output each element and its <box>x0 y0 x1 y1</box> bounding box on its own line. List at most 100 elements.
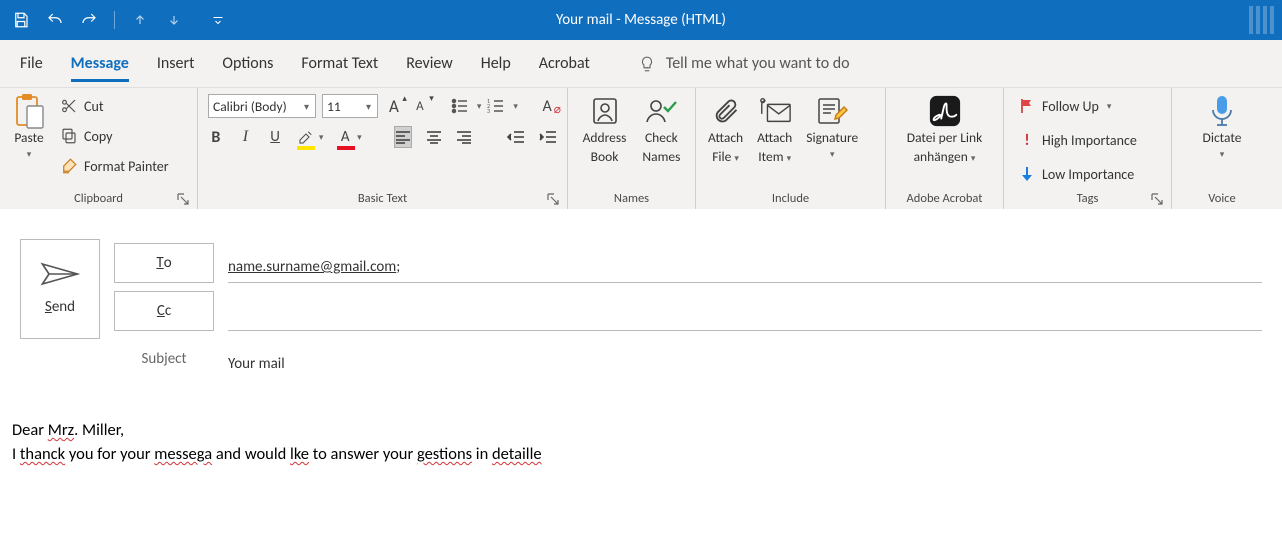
tab-format-text[interactable]: Format Text <box>301 48 378 79</box>
chevron-down-icon[interactable]: ▾ <box>513 101 518 112</box>
highlight-button[interactable] <box>297 126 315 148</box>
align-right-button[interactable] <box>456 126 472 148</box>
paste-icon <box>12 94 46 128</box>
group-label-basic-text: Basic Text <box>358 191 407 206</box>
lightbulb-icon <box>638 55 656 73</box>
tab-options[interactable]: Options <box>222 48 273 79</box>
paste-button[interactable]: Paste ▾ <box>6 92 52 162</box>
low-importance-button[interactable]: Low Importance <box>1014 162 1141 186</box>
increase-indent-button[interactable] <box>539 126 557 148</box>
attach-item-button[interactable]: Attach Item ▾ <box>751 92 798 168</box>
attach-item-l1: Attach <box>757 130 792 147</box>
save-icon[interactable] <box>12 11 30 29</box>
attach-file-button[interactable]: Attach File ▾ <box>702 92 749 168</box>
address-book-icon <box>588 94 622 128</box>
chevron-down-icon: ▾ <box>27 149 32 160</box>
down-arrow-icon[interactable] <box>165 11 183 29</box>
chevron-down-icon: ▾ <box>1220 149 1225 160</box>
font-size-combo[interactable]: 11 ▾ <box>322 94 378 118</box>
bullets-button[interactable] <box>451 95 471 117</box>
clear-formatting-button[interactable]: A⌀ <box>537 95 557 117</box>
shrink-font-button[interactable]: A▾ <box>410 95 430 117</box>
font-name-combo[interactable]: Calibri (Body) ▾ <box>208 94 316 118</box>
format-painter-button[interactable]: Format Painter <box>56 154 173 178</box>
scissors-icon <box>60 97 78 115</box>
redo-icon[interactable] <box>80 11 98 29</box>
tab-insert[interactable]: Insert <box>157 48 195 79</box>
check-names-l1: Check <box>645 130 678 147</box>
align-left-button[interactable] <box>394 126 412 148</box>
group-names: Address Book Check Names Names <box>568 88 696 209</box>
high-importance-label: High Importance <box>1042 132 1137 149</box>
underline-button[interactable]: U <box>267 126 283 148</box>
signature-button[interactable]: Signature ▾ <box>800 92 864 162</box>
up-arrow-icon[interactable] <box>131 11 149 29</box>
chevron-down-icon: ▾ <box>299 100 311 113</box>
subject-field[interactable]: Your mail <box>228 339 1262 379</box>
qat-separator <box>114 11 115 29</box>
to-label-rest: o <box>164 254 172 272</box>
to-button[interactable]: To <box>114 243 214 283</box>
grow-font-button[interactable]: A▴ <box>384 95 404 117</box>
align-center-button[interactable] <box>426 126 442 148</box>
tab-file[interactable]: File <box>20 48 43 79</box>
group-label-tags: Tags <box>1077 191 1099 206</box>
address-book-button[interactable]: Address Book <box>577 92 633 168</box>
check-names-icon <box>644 94 678 128</box>
cut-button[interactable]: Cut <box>56 94 173 118</box>
adobe-attach-link-button[interactable]: Datei per Link anhängen ▾ <box>901 92 988 168</box>
misspelled-word: detaille <box>492 444 542 464</box>
group-basic-text: Calibri (Body) ▾ 11 ▾ A▴ A▾ ▾ 12 <box>198 88 568 209</box>
chevron-down-icon: ▾ <box>734 153 739 164</box>
italic-button[interactable]: I <box>238 126 254 148</box>
check-names-button[interactable]: Check Names <box>636 92 686 168</box>
chevron-down-icon[interactable]: ▾ <box>477 101 482 112</box>
cc-button[interactable]: Cc <box>114 291 214 331</box>
low-importance-label: Low Importance <box>1042 166 1134 183</box>
numbering-button[interactable]: 123 <box>487 95 507 117</box>
chevron-down-icon: ▾ <box>787 153 792 164</box>
dialog-launcher-icon[interactable] <box>1151 193 1165 207</box>
chevron-down-icon[interactable]: ▾ <box>357 132 362 143</box>
quick-access-toolbar <box>0 11 227 29</box>
undo-icon[interactable] <box>46 11 64 29</box>
dialog-launcher-icon[interactable] <box>177 193 191 207</box>
to-field[interactable]: name.surname@gmail.com; <box>228 243 1262 283</box>
to-suffix: ; <box>396 258 400 276</box>
copy-button[interactable]: Copy <box>56 124 173 148</box>
font-size-value: 11 <box>327 98 361 115</box>
misspelled-word: thanck <box>20 444 65 464</box>
message-body[interactable]: Dear Mrz. Miller, I thanck you for your … <box>0 383 1282 467</box>
dictate-button[interactable]: Dictate ▾ <box>1197 92 1248 162</box>
font-color-button[interactable]: A <box>337 126 353 148</box>
tab-message[interactable]: Message <box>71 48 129 82</box>
address-book-l2: Book <box>591 149 619 166</box>
dialog-launcher-icon[interactable] <box>547 193 561 207</box>
ribbon: Paste ▾ Cut Copy <box>0 88 1282 209</box>
group-label-names: Names <box>614 191 649 206</box>
format-painter-icon <box>60 157 78 175</box>
send-button[interactable]: Send <box>20 239 100 339</box>
follow-up-button[interactable]: Follow Up ▾ <box>1014 94 1141 118</box>
tab-acrobat[interactable]: Acrobat <box>539 48 590 79</box>
tab-review[interactable]: Review <box>406 48 453 79</box>
decrease-indent-button[interactable] <box>507 126 525 148</box>
high-importance-icon: ! <box>1018 131 1036 149</box>
high-importance-button[interactable]: ! High Importance <box>1014 128 1141 152</box>
tab-help[interactable]: Help <box>481 48 511 79</box>
title-bar: Your mail - Message (HTML) <box>0 0 1282 40</box>
chevron-down-icon[interactable]: ▾ <box>319 132 324 143</box>
send-label: end <box>52 298 75 316</box>
tell-me-search[interactable]: Tell me what you want to do <box>638 54 850 73</box>
misspelled-word: Mrz <box>48 420 74 440</box>
customize-qat-icon[interactable] <box>209 11 227 29</box>
attach-item-icon <box>758 94 792 128</box>
follow-up-label: Follow Up <box>1042 98 1099 115</box>
group-adobe-acrobat: Datei per Link anhängen ▾ Adobe Acrobat <box>886 88 1004 209</box>
chevron-down-icon: ▾ <box>1107 101 1112 112</box>
body-line-2: I thanck you for your messega and would … <box>12 443 1270 467</box>
cc-field[interactable] <box>228 291 1262 331</box>
bold-button[interactable]: B <box>208 126 224 148</box>
window-title: Your mail - Message (HTML) <box>556 11 726 29</box>
address-book-l1: Address <box>583 130 627 147</box>
